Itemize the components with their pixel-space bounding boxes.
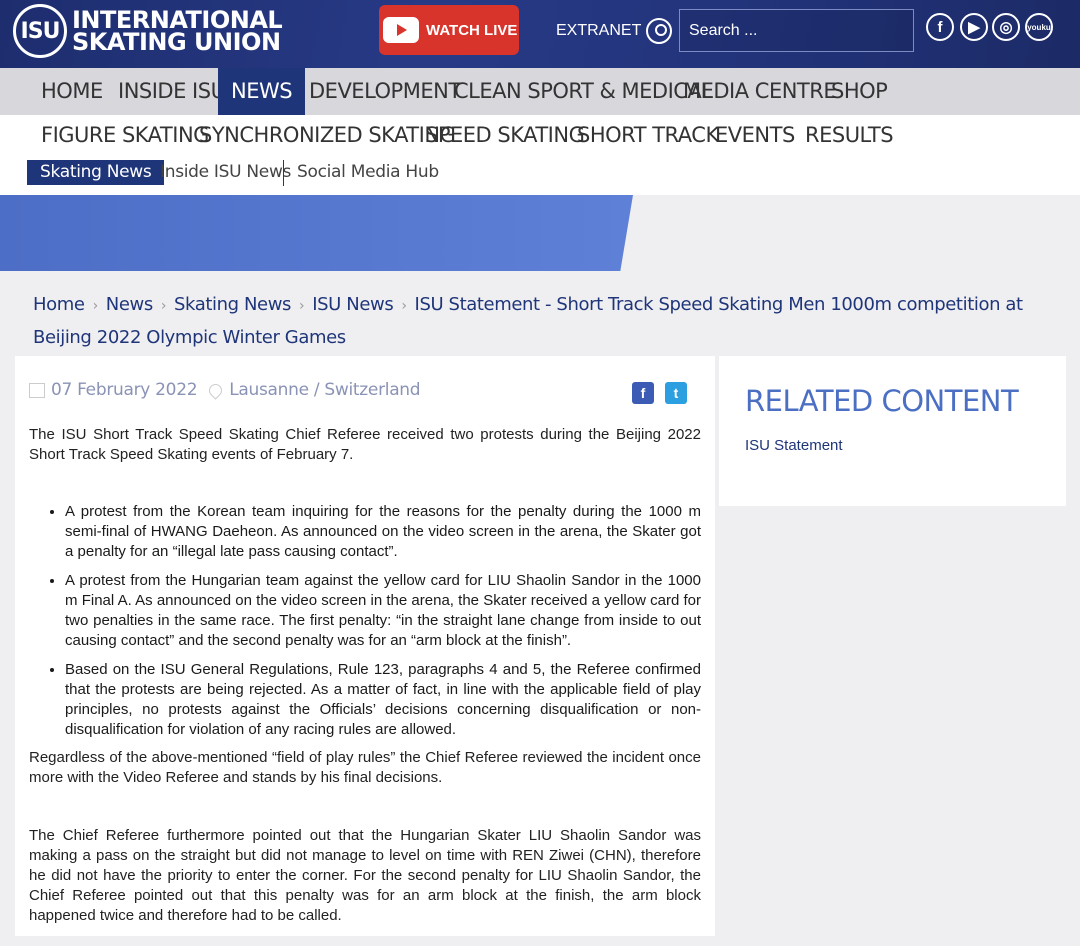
extranet-label: EXTRANET [556, 22, 642, 39]
nav-home[interactable]: HOME [41, 68, 103, 115]
related-content-panel: RELATED CONTENT ISU Statement [719, 356, 1066, 506]
tab-skating-news[interactable]: Skating News [27, 160, 165, 185]
nav-shop[interactable]: SHOP [831, 68, 888, 115]
youtube-icon[interactable]: ▶ [960, 13, 988, 41]
breadcrumb-home[interactable]: Home [33, 294, 85, 315]
isu-logo-text: INTERNATIONAL SKATING UNION [72, 8, 283, 56]
list-item: A protest from the Korean team inquiring… [65, 502, 701, 562]
page-banner [0, 195, 633, 271]
article-bullets: A protest from the Korean team inquiring… [29, 502, 701, 749]
weibo-icon[interactable]: ◎ [992, 13, 1020, 41]
tab-social-media-hub[interactable]: Social Media Hub [297, 160, 439, 185]
user-icon [646, 18, 673, 44]
article-intro: The ISU Short Track Speed Skating Chief … [29, 426, 701, 463]
breadcrumb: Home › News › Skating News › ISU News › ISU Stat… [33, 289, 1033, 354]
youku-icon[interactable]: youku [1025, 13, 1053, 41]
related-content-title: RELATED CONTENT [745, 384, 1019, 418]
article-paragraph: Regardless of the above-mentioned “field… [29, 749, 701, 786]
subnav-figure-skating[interactable]: FIGURE SKATING [41, 123, 209, 147]
calendar-icon [29, 382, 45, 398]
watch-live-label: WATCH LIVE [426, 21, 518, 39]
breadcrumb-news[interactable]: News [106, 294, 153, 315]
subnav-results[interactable]: RESULTS [805, 123, 894, 147]
nav-news[interactable]: NEWS [218, 68, 306, 115]
breadcrumb-isu-news[interactable]: ISU News [312, 294, 393, 315]
logo-line-2: SKATING UNION [72, 28, 281, 56]
article-location: Lausanne / Switzerland [229, 380, 421, 400]
tab-divider [283, 160, 284, 186]
nav-clean-sport-medical[interactable]: CLEAN SPORT & MEDICAL [454, 68, 713, 115]
youtube-play-icon [383, 17, 419, 43]
search-input[interactable] [679, 9, 914, 52]
chevron-right-icon: › [299, 298, 305, 314]
article-paragraph: The Chief Referee furthermore pointed ou… [29, 827, 701, 924]
chevron-right-icon: › [160, 298, 167, 314]
chevron-right-icon: › [401, 298, 407, 314]
subnav-synchronized-skating[interactable]: SYNCHRONIZED SKATING [199, 123, 456, 147]
watch-live-button[interactable]: WATCH LIVE [379, 5, 519, 55]
isu-logo[interactable]: ISU INTERNATIONAL SKATING UNION [13, 4, 283, 58]
subnav-short-track[interactable]: SHORT TRACK [577, 123, 719, 147]
top-bar: ISU INTERNATIONAL SKATING UNION WATCH LI… [0, 0, 1080, 68]
extranet-link[interactable]: EXTRANET [556, 18, 673, 44]
location-pin-icon [206, 380, 225, 400]
subnav-speed-skating[interactable]: SPEED SKATING [425, 123, 585, 147]
nav-media-centre[interactable]: MEDIA CENTRE [683, 68, 837, 115]
subnav-events[interactable]: EVENTS [715, 123, 795, 147]
chevron-right-icon: › [92, 298, 99, 314]
related-link-isu-statement[interactable]: ISU Statement [745, 437, 843, 454]
list-item: Based on the ISU General Regulations, Ru… [65, 660, 701, 740]
sub-nav: FIGURE SKATING SYNCHRONIZED SKATING SPEE… [0, 115, 1080, 195]
share-twitter-icon[interactable]: t [665, 382, 687, 404]
article-date: 07 February 2022 [51, 380, 198, 400]
tab-inside-isu-news[interactable]: Inside ISU News [160, 160, 291, 185]
list-item: A protest from the Hungarian team agains… [65, 571, 701, 651]
nav-development[interactable]: DEVELOPMENT [309, 68, 461, 115]
share-facebook-icon[interactable]: f [632, 382, 654, 404]
facebook-icon[interactable]: f [926, 13, 954, 41]
nav-inside-isu[interactable]: INSIDE ISU [118, 68, 226, 115]
article-card: 07 February 2022 Lausanne / Switzerland … [15, 356, 715, 936]
breadcrumb-skating-news[interactable]: Skating News [174, 294, 291, 315]
article-meta: 07 February 2022 Lausanne / Switzerland [29, 380, 421, 400]
isu-logo-badge: ISU [13, 4, 67, 58]
main-nav: HOME INSIDE ISU NEWS DEVELOPMENT CLEAN S… [0, 68, 1080, 115]
